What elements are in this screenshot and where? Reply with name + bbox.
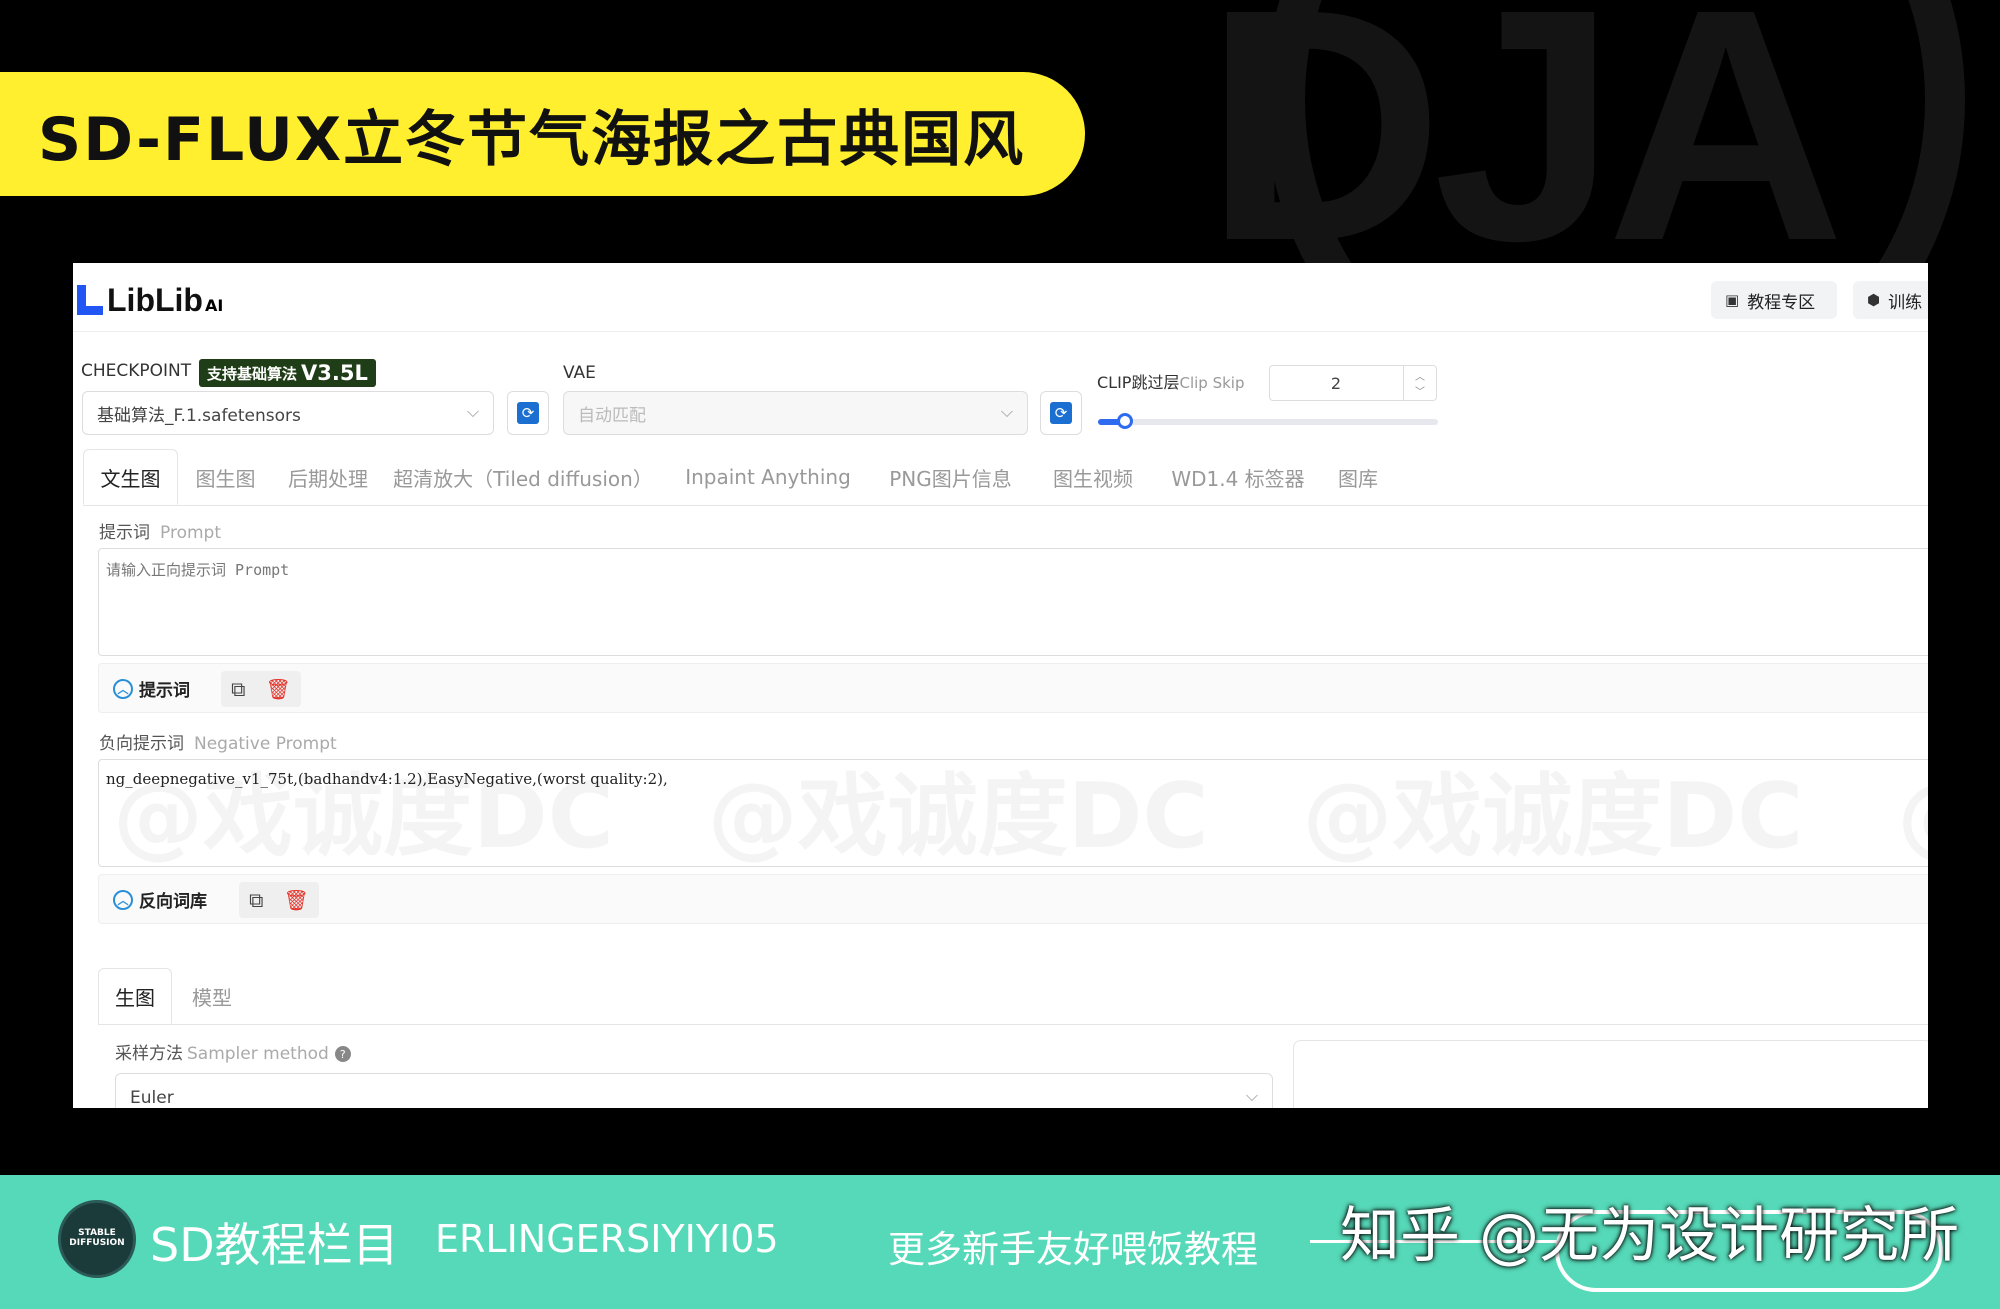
copy-icon[interactable]: ⧉ bbox=[231, 677, 245, 701]
footer-slogan: 更多新手友好喂饭教程 bbox=[888, 1228, 1258, 1271]
stepper-arrows[interactable]: ︿ ﹀ bbox=[1403, 366, 1436, 400]
generation-subtabs: 生图 模型 bbox=[98, 968, 1928, 1025]
background-logo-letters: DJA bbox=[1204, 0, 1845, 309]
negative-prompt-actions: ⧉ 🗑 bbox=[239, 882, 319, 918]
copy-icon[interactable]: ⧉ bbox=[249, 888, 263, 912]
logo-sup: AI bbox=[204, 296, 224, 315]
vae-refresh-button[interactable]: ⟳ bbox=[1040, 391, 1082, 435]
checkpoint-select[interactable]: 基础算法_F.1.safetensors ⌵ bbox=[82, 391, 494, 435]
prompt-actions: ⧉ 🗑 bbox=[221, 671, 301, 707]
chevron-up-icon[interactable]: ︿ bbox=[1415, 368, 1425, 383]
footer-code: ERLINGERSIYIYI05 bbox=[435, 1217, 779, 1261]
tab-tiled-diffusion[interactable]: 超清放大（Tiled diffusion） bbox=[393, 449, 653, 505]
prompt-toolbar: ︿ 提示词 ⧉ 🗑 bbox=[98, 663, 1928, 713]
algorithm-badge: 支持基础算法 V3.5L bbox=[199, 359, 376, 387]
stable-diffusion-logo: STABLE DIFFUSION bbox=[58, 1200, 136, 1278]
trash-icon[interactable]: 🗑 bbox=[266, 677, 291, 701]
footer-bar: STABLE DIFFUSION SD教程栏目 ERLINGERSIYIYI05… bbox=[0, 1175, 2000, 1309]
chevron-up-circle-icon: ︿ bbox=[113, 889, 133, 910]
tab-txt2img[interactable]: 文生图 bbox=[83, 449, 178, 505]
checkpoint-label: CHECKPOINT bbox=[81, 361, 192, 381]
tab-gallery[interactable]: 图库 bbox=[1323, 449, 1393, 505]
chevron-up-circle-icon: ︿ bbox=[113, 678, 133, 699]
negative-prompt-input[interactable]: ng_deepnegative_v1_75t,(badhandv4:1.2),E… bbox=[98, 759, 1928, 867]
negative-prompt-label: 负向提示词 Negative Prompt bbox=[99, 734, 337, 754]
tab-png-info[interactable]: PNG图片信息 bbox=[878, 449, 1023, 505]
prompt-label: 提示词 Prompt bbox=[99, 523, 221, 543]
footer-column-title: SD教程栏目 bbox=[150, 1218, 399, 1272]
chevron-down-icon[interactable]: ﹀ bbox=[1415, 383, 1425, 398]
prompt-toggle[interactable]: ︿ 提示词 bbox=[113, 676, 190, 701]
tab-postprocess[interactable]: 后期处理 bbox=[273, 449, 383, 505]
slider-thumb[interactable] bbox=[1117, 413, 1134, 429]
title-banner: SD-FLUX立冬节气海报之古典国风 bbox=[0, 72, 1085, 196]
chevron-down-icon: ⌵ bbox=[1245, 1086, 1258, 1105]
liblib-logo-mark bbox=[77, 285, 103, 315]
trash-icon[interactable]: 🗑 bbox=[284, 888, 309, 912]
chevron-down-icon: ⌵ bbox=[1000, 402, 1013, 421]
chevron-down-icon: ⌵ bbox=[466, 402, 479, 421]
tutorial-button[interactable]: ▣ 教程专区 bbox=[1711, 281, 1837, 319]
clip-skip-stepper[interactable]: 2 ︿ ﹀ bbox=[1269, 365, 1437, 401]
clip-skip-slider[interactable] bbox=[1098, 413, 1438, 429]
vae-label: VAE bbox=[563, 363, 596, 383]
top-bar: LibLib AI ▣ 教程专区 ⬢ 训练 bbox=[73, 263, 1928, 332]
play-square-icon: ▣ bbox=[1725, 291, 1740, 309]
tab-inpaint-anything[interactable]: Inpaint Anything bbox=[683, 449, 853, 505]
tab-wd14-tagger[interactable]: WD1.4 标签器 bbox=[1158, 449, 1318, 505]
liblib-logo[interactable]: LibLib AI bbox=[77, 282, 224, 318]
logo-text: LibLib bbox=[107, 282, 203, 318]
zhihu-watermark: 知乎 @无为设计研究所 bbox=[1340, 1201, 1960, 1271]
preview-panel bbox=[1293, 1040, 1928, 1108]
subtab-generate[interactable]: 生图 bbox=[98, 968, 172, 1024]
sampler-select[interactable]: Euler ⌵ bbox=[115, 1073, 1273, 1108]
app-screenshot: @戏诚度DC @戏诚度DC @戏诚度DC @戏诚度DC LibLib AI ▣ … bbox=[73, 263, 1928, 1108]
vae-select[interactable]: 自动匹配 ⌵ bbox=[563, 391, 1028, 435]
negative-prompt-toolbar: ︿ 反向词库 ⧉ 🗑 bbox=[98, 874, 1928, 924]
clip-skip-label: CLIP跳过层Clip Skip bbox=[1097, 373, 1245, 392]
checkpoint-refresh-button[interactable]: ⟳ bbox=[507, 391, 549, 435]
training-button[interactable]: ⬢ 训练 bbox=[1853, 281, 1928, 319]
main-tabs: 文生图 图生图 后期处理 超清放大（Tiled diffusion） Inpai… bbox=[83, 449, 1928, 506]
tab-img2video[interactable]: 图生视频 bbox=[1038, 449, 1148, 505]
prompt-input[interactable]: 请输入正向提示词 Prompt bbox=[98, 548, 1928, 656]
cube-icon: ⬢ bbox=[1867, 291, 1881, 309]
negative-library-toggle[interactable]: ︿ 反向词库 bbox=[113, 887, 207, 912]
help-icon[interactable]: ? bbox=[334, 1046, 351, 1062]
banner-title: SD-FLUX立冬节气海报之古典国风 bbox=[38, 104, 1026, 175]
sampler-label: 采样方法 Sampler method? bbox=[115, 1039, 351, 1064]
refresh-icon: ⟳ bbox=[1050, 402, 1072, 424]
subtab-model[interactable]: 模型 bbox=[172, 968, 252, 1024]
tab-img2img[interactable]: 图生图 bbox=[178, 449, 273, 505]
refresh-icon: ⟳ bbox=[517, 402, 539, 424]
